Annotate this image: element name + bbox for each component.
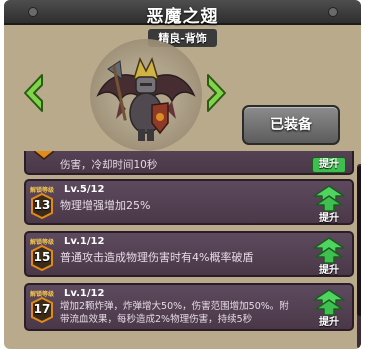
skill-description: 增加2颗炸弹，炸弹增大50%，伤害范围增加50%。附带流血效果，每秒造成2%物理…: [60, 301, 289, 325]
skill-list: 伤害，冷却时间10秒 提升 解锁等级 13 Lv.5/12 物理增强增加25%: [24, 151, 354, 349]
previous-arrow-icon[interactable]: [22, 73, 46, 113]
skill-level: Lv.1/12: [64, 236, 105, 247]
item-title: 恶魔之翅: [146, 7, 219, 27]
equipped-button[interactable]: 已装备: [242, 105, 340, 145]
upgrade-button[interactable]: 提升: [312, 288, 346, 328]
upgrade-button[interactable]: 提升: [312, 157, 346, 173]
unlock-level-badge: 解锁等级 17: [29, 289, 55, 329]
upgrade-label: 提升: [319, 159, 339, 170]
skill-description: 物理增强增加25%: [60, 199, 151, 212]
level-badge-icon: [34, 151, 54, 160]
skill-list-scrollbar[interactable]: [357, 164, 361, 349]
skill-level: Lv.1/12: [64, 288, 105, 299]
skill-row: 伤害，冷却时间10秒 提升: [24, 151, 354, 175]
skill-row: 解锁等级 17 Lv.1/12 增加2颗炸弹，炸弹增大50%，伤害范围增加50%…: [24, 283, 354, 331]
upgrade-button[interactable]: 提升: [312, 184, 346, 224]
item-preview: 已装备: [4, 25, 361, 153]
unlock-level-badge: 解锁等级 13: [29, 185, 55, 225]
unlock-level-number: 15: [33, 250, 51, 264]
upgrade-label: 提升: [319, 265, 339, 276]
item-detail-panel: 恶魔之翅 精良-背饰 已装备 伤害，冷却时间10秒 提升 解锁等级 13 Lv.…: [4, 0, 361, 349]
upgrade-label: 提升: [319, 317, 339, 328]
upgrade-button[interactable]: 提升: [312, 236, 346, 276]
unlock-level-number: 13: [33, 198, 51, 212]
skill-description: 伤害，冷却时间10秒: [60, 159, 158, 171]
scrollbar-thumb[interactable]: [357, 166, 361, 316]
skill-row: 解锁等级 15 Lv.1/12 普通攻击造成物理伤害时有4%概率破盾 提升: [24, 231, 354, 277]
unlock-level-badge: 解锁等级 15: [29, 237, 55, 277]
skill-description: 普通攻击造成物理伤害时有4%概率破盾: [60, 251, 254, 264]
unlock-level-number: 17: [33, 302, 51, 316]
item-medallion: [90, 39, 202, 151]
title-bar: 恶魔之翅: [4, 0, 361, 27]
skill-row: 解锁等级 13 Lv.5/12 物理增强增加25% 提升: [24, 179, 354, 225]
skill-level: Lv.5/12: [64, 184, 105, 195]
next-arrow-icon[interactable]: [204, 73, 228, 113]
demon-wings-character-icon: [96, 56, 196, 141]
upgrade-label: 提升: [319, 213, 339, 224]
